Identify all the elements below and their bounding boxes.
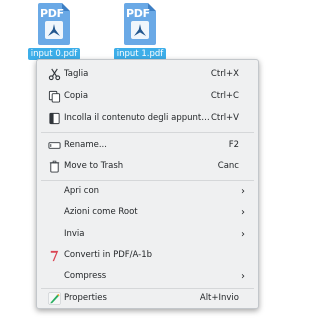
chevron-right-icon: › — [241, 228, 245, 240]
menu-item-label: Azioni come Root — [64, 207, 138, 217]
menu-separator — [41, 132, 254, 133]
menu-item-open-with[interactable]: Apri con › — [40, 181, 255, 201]
menu-item-label: Copia — [64, 91, 89, 101]
pdf-file-icon: PDF — [123, 3, 157, 45]
properties-icon — [47, 291, 61, 305]
menu-item-rename[interactable]: Rename... F2 — [40, 135, 255, 155]
menu-item-send[interactable]: Invia › — [40, 224, 255, 244]
shortcut-label: Ctrl+X — [210, 69, 239, 79]
menu-item-copy[interactable]: Copia Ctrl+C — [40, 86, 255, 106]
shortcut-label: Alt+Invio — [199, 293, 239, 303]
copy-icon — [47, 89, 61, 103]
convert-pdf-icon — [47, 248, 61, 262]
chevron-right-icon: › — [241, 270, 245, 282]
shortcut-label: Ctrl+C — [210, 91, 239, 101]
menu-item-label: Properties — [64, 293, 107, 303]
paste-icon — [47, 111, 61, 125]
menu-item-label: Compress — [64, 271, 107, 281]
menu-item-label: Apri con — [64, 186, 100, 196]
menu-item-label: Move to Trash — [64, 161, 124, 171]
rename-icon — [47, 138, 61, 152]
chevron-right-icon: › — [241, 206, 245, 218]
menu-item-paste[interactable]: Incolla il contenuto degli appunti... Ct… — [40, 108, 255, 128]
shortcut-label: Ctrl+V — [210, 113, 239, 123]
menu-item-label: Rename... — [64, 140, 107, 150]
menu-item-cut[interactable]: Taglia Ctrl+X — [40, 64, 255, 84]
desktop: PDF input 0.pdf PDF input 1.pdf Taglia C… — [0, 0, 320, 320]
menu-item-label: Converti in PDF/A-1b — [64, 250, 153, 260]
menu-item-convert-pdfa[interactable]: Converti in PDF/A-1b — [40, 245, 255, 265]
file-item-input-1[interactable]: PDF input 1.pdf — [110, 0, 170, 64]
file-item-input-0[interactable]: PDF input 0.pdf — [24, 0, 84, 64]
context-menu: Taglia Ctrl+X Copia Ctrl+C Incolla il co… — [36, 59, 259, 309]
menu-item-label: Invia — [64, 229, 85, 239]
menu-item-label: Incolla il contenuto degli appunti... — [64, 113, 211, 123]
shortcut-label: F2 — [228, 140, 239, 150]
menu-item-properties[interactable]: Properties Alt+Invio — [40, 288, 255, 308]
trash-icon — [47, 159, 61, 173]
menu-item-root-actions[interactable]: Azioni come Root › — [40, 202, 255, 222]
shortcut-label: Canc — [217, 161, 239, 171]
chevron-right-icon: › — [241, 185, 245, 197]
pdf-file-icon: PDF — [37, 3, 71, 45]
menu-item-label: Taglia — [64, 69, 89, 79]
scissors-icon — [47, 67, 61, 81]
menu-item-compress[interactable]: Compress › — [40, 266, 255, 286]
menu-item-move-to-trash[interactable]: Move to Trash Canc — [40, 156, 255, 176]
